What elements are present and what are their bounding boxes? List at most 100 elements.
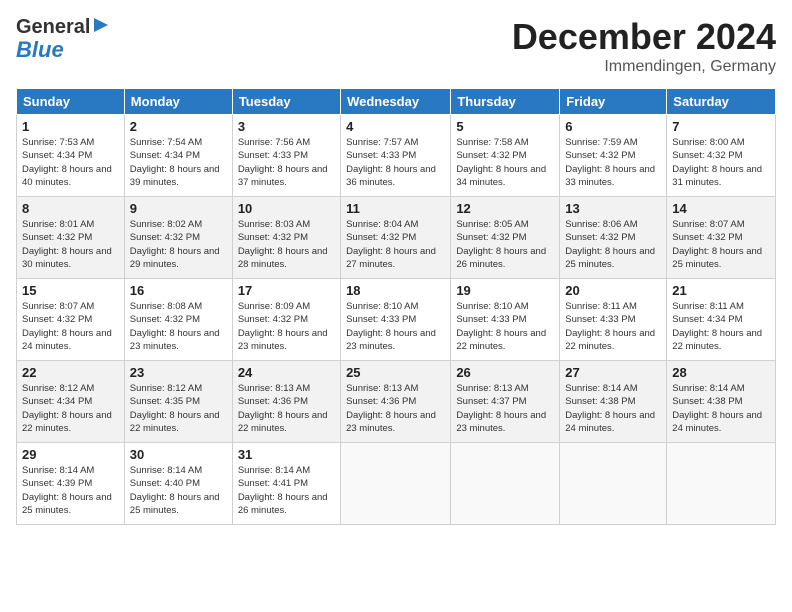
day-info: Sunrise: 8:11 AMSunset: 4:34 PMDaylight:… xyxy=(672,300,770,353)
table-row xyxy=(341,443,451,525)
table-row: 5 Sunrise: 7:58 AMSunset: 4:32 PMDaylight… xyxy=(451,115,560,197)
table-row: 19 Sunrise: 8:10 AMSunset: 4:33 PMDayligh… xyxy=(451,279,560,361)
logo-blue: Blue xyxy=(16,38,64,62)
table-row: 20 Sunrise: 8:11 AMSunset: 4:33 PMDayligh… xyxy=(560,279,667,361)
day-info: Sunrise: 8:12 AMSunset: 4:35 PMDaylight:… xyxy=(130,382,227,435)
day-number: 4 xyxy=(346,119,445,134)
logo-text: General xyxy=(16,16,90,38)
col-monday: Monday xyxy=(124,89,232,115)
day-number: 10 xyxy=(238,201,335,216)
day-info: Sunrise: 7:59 AMSunset: 4:32 PMDaylight:… xyxy=(565,136,661,189)
table-row: 10 Sunrise: 8:03 AMSunset: 4:32 PMDayligh… xyxy=(232,197,340,279)
day-info: Sunrise: 8:13 AMSunset: 4:36 PMDaylight:… xyxy=(346,382,445,435)
table-row: 8 Sunrise: 8:01 AMSunset: 4:32 PMDaylight… xyxy=(17,197,125,279)
day-number: 28 xyxy=(672,365,770,380)
month-title: December 2024 xyxy=(512,16,776,58)
table-row: 12Sunrise: 8:05 AMSunset: 4:32 PMDayligh… xyxy=(451,197,560,279)
day-info: Sunrise: 8:14 AMSunset: 4:38 PMDaylight:… xyxy=(565,382,661,435)
table-row: 3Sunrise: 7:56 AMSunset: 4:33 PMDaylight… xyxy=(232,115,340,197)
title-block: December 2024 Immendingen, Germany xyxy=(512,16,776,76)
col-friday: Friday xyxy=(560,89,667,115)
table-row: 24 Sunrise: 8:13 AMSunset: 4:36 PMDayligh… xyxy=(232,361,340,443)
day-number: 20 xyxy=(565,283,661,298)
table-row: 29Sunrise: 8:14 AMSunset: 4:39 PMDayligh… xyxy=(17,443,125,525)
day-number: 2 xyxy=(130,119,227,134)
location: Immendingen, Germany xyxy=(512,58,776,76)
day-info: Sunrise: 8:09 AMSunset: 4:32 PMDaylight:… xyxy=(238,300,335,353)
table-row: 31Sunrise: 8:14 AMSunset: 4:41 PMDayligh… xyxy=(232,443,340,525)
day-info: Sunrise: 8:12 AMSunset: 4:34 PMDaylight:… xyxy=(22,382,119,435)
day-info: Sunrise: 8:10 AMSunset: 4:33 PMDaylight:… xyxy=(456,300,554,353)
table-row: 7Sunrise: 8:00 AMSunset: 4:32 PMDaylight… xyxy=(667,115,776,197)
day-number: 14 xyxy=(672,201,770,216)
day-info: Sunrise: 8:10 AMSunset: 4:33 PMDaylight:… xyxy=(346,300,445,353)
table-row: 14 Sunrise: 8:07 AMSunset: 4:32 PMDayligh… xyxy=(667,197,776,279)
day-number: 25 xyxy=(346,365,445,380)
day-number: 27 xyxy=(565,365,661,380)
calendar-week-row: 15Sunrise: 8:07 AMSunset: 4:32 PMDayligh… xyxy=(17,279,776,361)
day-info: Sunrise: 8:02 AMSunset: 4:32 PMDaylight:… xyxy=(130,218,227,271)
calendar-table: Sunday Monday Tuesday Wednesday Thursday… xyxy=(16,88,776,525)
table-row: 25 Sunrise: 8:13 AMSunset: 4:36 PMDayligh… xyxy=(341,361,451,443)
col-wednesday: Wednesday xyxy=(341,89,451,115)
day-info: Sunrise: 8:01 AMSunset: 4:32 PMDaylight:… xyxy=(22,218,119,271)
calendar-header-row: Sunday Monday Tuesday Wednesday Thursday… xyxy=(17,89,776,115)
table-row: 16Sunrise: 8:08 AMSunset: 4:32 PMDayligh… xyxy=(124,279,232,361)
table-row: 13 Sunrise: 8:06 AMSunset: 4:32 PMDayligh… xyxy=(560,197,667,279)
table-row: 6 Sunrise: 7:59 AMSunset: 4:32 PMDaylight… xyxy=(560,115,667,197)
col-thursday: Thursday xyxy=(451,89,560,115)
day-number: 5 xyxy=(456,119,554,134)
day-info: Sunrise: 8:13 AMSunset: 4:37 PMDaylight:… xyxy=(456,382,554,435)
day-info: Sunrise: 8:14 AMSunset: 4:40 PMDaylight:… xyxy=(130,464,227,517)
day-info: Sunrise: 7:54 AMSunset: 4:34 PMDaylight:… xyxy=(130,136,227,189)
day-number: 6 xyxy=(565,119,661,134)
day-number: 9 xyxy=(130,201,227,216)
day-info: Sunrise: 8:07 AMSunset: 4:32 PMDaylight:… xyxy=(22,300,119,353)
table-row: 9 Sunrise: 8:02 AMSunset: 4:32 PMDaylight… xyxy=(124,197,232,279)
day-number: 24 xyxy=(238,365,335,380)
table-row: 22Sunrise: 8:12 AMSunset: 4:34 PMDayligh… xyxy=(17,361,125,443)
day-info: Sunrise: 7:56 AMSunset: 4:33 PMDaylight:… xyxy=(238,136,335,189)
day-number: 13 xyxy=(565,201,661,216)
day-info: Sunrise: 8:08 AMSunset: 4:32 PMDaylight:… xyxy=(130,300,227,353)
table-row: 26 Sunrise: 8:13 AMSunset: 4:37 PMDayligh… xyxy=(451,361,560,443)
table-row: 23Sunrise: 8:12 AMSunset: 4:35 PMDayligh… xyxy=(124,361,232,443)
day-number: 26 xyxy=(456,365,554,380)
day-number: 17 xyxy=(238,283,335,298)
col-tuesday: Tuesday xyxy=(232,89,340,115)
table-row xyxy=(451,443,560,525)
table-row: 27 Sunrise: 8:14 AMSunset: 4:38 PMDayligh… xyxy=(560,361,667,443)
day-number: 30 xyxy=(130,447,227,462)
day-number: 19 xyxy=(456,283,554,298)
day-info: Sunrise: 7:58 AMSunset: 4:32 PMDaylight:… xyxy=(456,136,554,189)
day-number: 8 xyxy=(22,201,119,216)
day-info: Sunrise: 8:14 AMSunset: 4:38 PMDaylight:… xyxy=(672,382,770,435)
calendar-week-row: 29Sunrise: 8:14 AMSunset: 4:39 PMDayligh… xyxy=(17,443,776,525)
table-row xyxy=(560,443,667,525)
day-number: 11 xyxy=(346,201,445,216)
day-info: Sunrise: 8:07 AMSunset: 4:32 PMDaylight:… xyxy=(672,218,770,271)
day-info: Sunrise: 7:53 AMSunset: 4:34 PMDaylight:… xyxy=(22,136,119,189)
col-sunday: Sunday xyxy=(17,89,125,115)
table-row: 30 Sunrise: 8:14 AMSunset: 4:40 PMDayligh… xyxy=(124,443,232,525)
table-row: 15Sunrise: 8:07 AMSunset: 4:32 PMDayligh… xyxy=(17,279,125,361)
calendar-week-row: 22Sunrise: 8:12 AMSunset: 4:34 PMDayligh… xyxy=(17,361,776,443)
calendar-week-row: 8 Sunrise: 8:01 AMSunset: 4:32 PMDaylight… xyxy=(17,197,776,279)
day-info: Sunrise: 8:03 AMSunset: 4:32 PMDaylight:… xyxy=(238,218,335,271)
day-info: Sunrise: 8:13 AMSunset: 4:36 PMDaylight:… xyxy=(238,382,335,435)
page-header: General Blue December 2024 Immendingen, … xyxy=(16,16,776,76)
day-number: 7 xyxy=(672,119,770,134)
day-info: Sunrise: 8:14 AMSunset: 4:41 PMDaylight:… xyxy=(238,464,335,517)
col-saturday: Saturday xyxy=(667,89,776,115)
table-row: 18Sunrise: 8:10 AMSunset: 4:33 PMDayligh… xyxy=(341,279,451,361)
day-info: Sunrise: 7:57 AMSunset: 4:33 PMDaylight:… xyxy=(346,136,445,189)
table-row xyxy=(667,443,776,525)
calendar-week-row: 1Sunrise: 7:53 AMSunset: 4:34 PMDaylight… xyxy=(17,115,776,197)
table-row: 4 Sunrise: 7:57 AMSunset: 4:33 PMDaylight… xyxy=(341,115,451,197)
day-info: Sunrise: 8:06 AMSunset: 4:32 PMDaylight:… xyxy=(565,218,661,271)
day-number: 21 xyxy=(672,283,770,298)
day-info: Sunrise: 8:11 AMSunset: 4:33 PMDaylight:… xyxy=(565,300,661,353)
table-row: 11Sunrise: 8:04 AMSunset: 4:32 PMDayligh… xyxy=(341,197,451,279)
table-row: 28 Sunrise: 8:14 AMSunset: 4:38 PMDayligh… xyxy=(667,361,776,443)
day-number: 12 xyxy=(456,201,554,216)
